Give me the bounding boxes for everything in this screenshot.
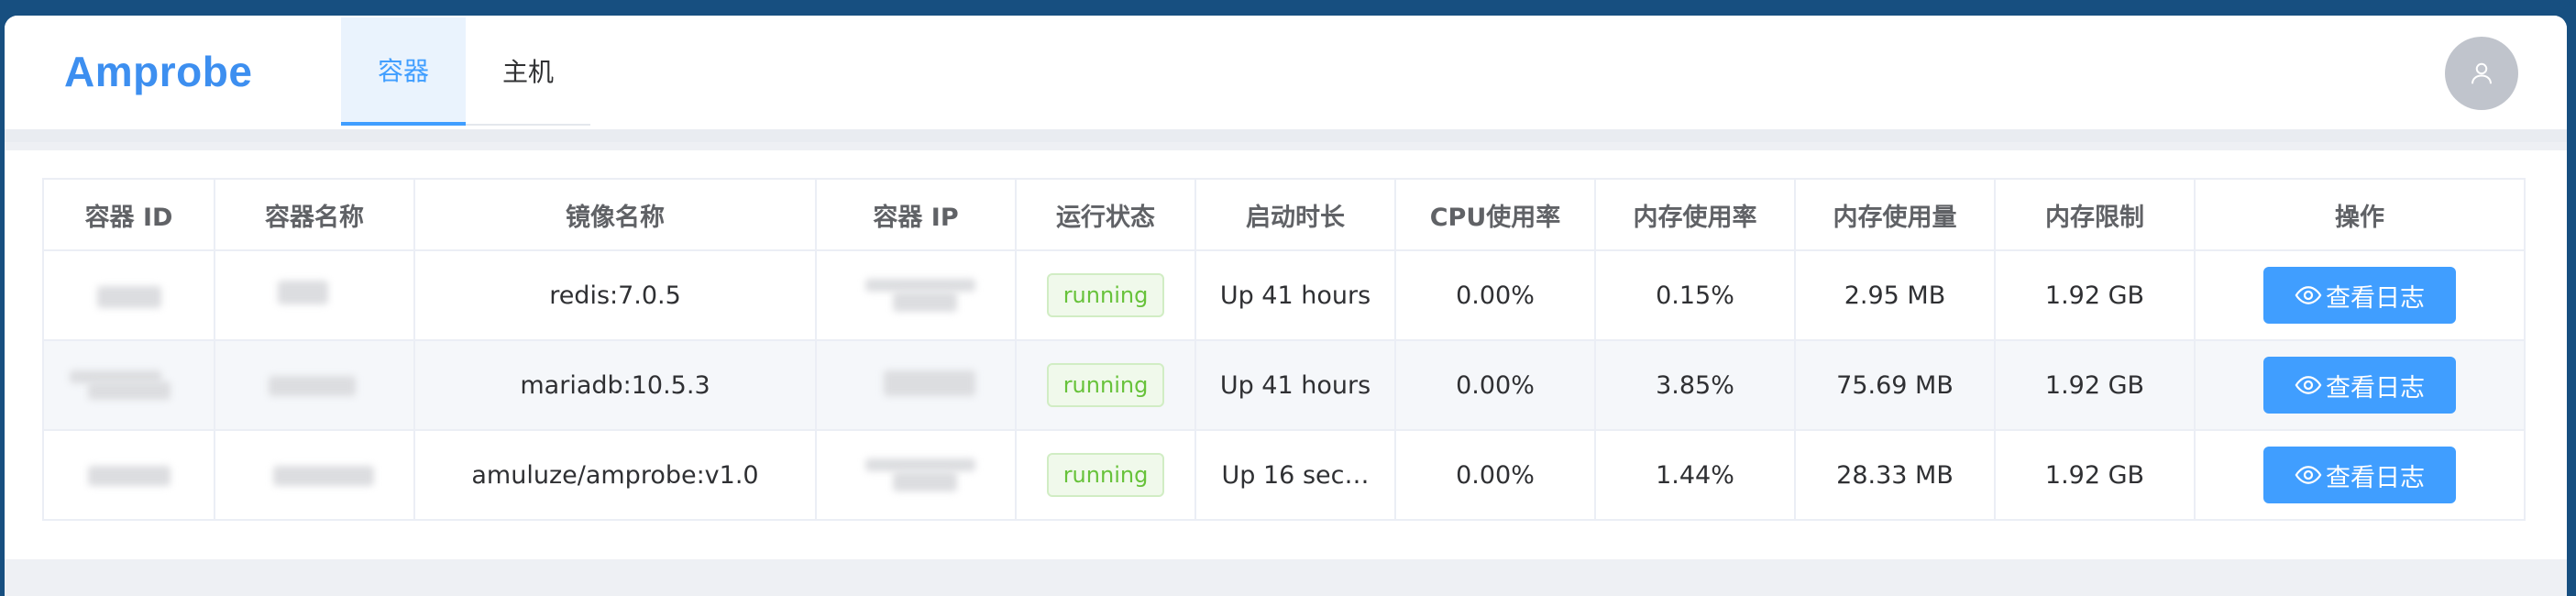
cell-action: 查看日志 [2194, 339, 2526, 431]
cell-mem-limit: 1.92 GB [1994, 249, 2196, 341]
col-header-status: 运行状态 [1015, 178, 1196, 251]
cell-cpu: 0.00% [1394, 249, 1596, 341]
col-header-cpu: CPU使用率 [1394, 178, 1596, 251]
col-header-image: 镜像名称 [413, 178, 817, 251]
redacted-container-id [42, 339, 215, 431]
col-header-mem-used: 内存使用量 [1794, 178, 1996, 251]
app-logo[interactable]: Amprobe [64, 47, 252, 96]
view-logs-button[interactable]: 查看日志 [2263, 447, 2456, 503]
container-panel: 容器 ID 容器名称 镜像名称 容器 IP 运行状态 启动时长 CPU使用率 内… [5, 150, 2567, 559]
tab-containers[interactable]: 容器 [341, 17, 466, 126]
cell-cpu: 0.00% [1394, 429, 1596, 521]
view-logs-label: 查看日志 [2326, 373, 2425, 403]
view-logs-button[interactable]: 查看日志 [2263, 267, 2456, 324]
redacted-container-ip [815, 249, 1017, 341]
status-badge: running [1046, 363, 1165, 407]
cell-status: running [1015, 429, 1196, 521]
status-badge: running [1046, 273, 1165, 317]
col-header-mem-pct: 内存使用率 [1594, 178, 1796, 251]
table-row: amuluze/amprobe:v1.0 running Up 16 sec… … [42, 429, 2526, 521]
cell-action: 查看日志 [2194, 249, 2526, 341]
redacted-container-name [214, 339, 415, 431]
redacted-container-name [214, 249, 415, 341]
container-table: 容器 ID 容器名称 镜像名称 容器 IP 运行状态 启动时长 CPU使用率 内… [42, 178, 2526, 521]
cell-mem-limit: 1.92 GB [1994, 429, 2196, 521]
eye-icon [2295, 376, 2322, 394]
cell-status: running [1015, 249, 1196, 341]
cell-cpu: 0.00% [1394, 339, 1596, 431]
view-logs-label: 查看日志 [2326, 463, 2425, 492]
redacted-container-name [214, 429, 415, 521]
cell-mem-used: 28.33 MB [1794, 429, 1996, 521]
eye-icon [2295, 286, 2322, 304]
cell-mem-pct: 1.44% [1594, 429, 1796, 521]
redacted-container-ip [815, 339, 1017, 431]
eye-icon [2295, 466, 2322, 484]
redacted-container-id [42, 429, 215, 521]
redacted-container-id [42, 249, 215, 341]
cell-image: mariadb:10.5.3 [413, 339, 817, 431]
avatar[interactable] [2445, 37, 2518, 110]
app-window: Amprobe 容器 主机 容器 ID 容器名称 镜像名称 容器 IP 运行状态… [5, 16, 2567, 596]
cell-mem-pct: 0.15% [1594, 249, 1796, 341]
nav-tabs: 容器 主机 [341, 17, 590, 129]
status-badge: running [1046, 453, 1165, 497]
cell-mem-limit: 1.92 GB [1994, 339, 2196, 431]
top-header: Amprobe 容器 主机 [5, 16, 2567, 142]
cell-action: 查看日志 [2194, 429, 2526, 521]
footer-area [5, 559, 2567, 596]
cell-uptime: Up 16 sec… [1194, 429, 1396, 521]
user-icon [2471, 62, 2492, 84]
redacted-container-ip [815, 429, 1017, 521]
table-header-row: 容器 ID 容器名称 镜像名称 容器 IP 运行状态 启动时长 CPU使用率 内… [42, 178, 2526, 251]
col-header-name: 容器名称 [214, 178, 415, 251]
cell-status: running [1015, 339, 1196, 431]
tab-hosts[interactable]: 主机 [466, 17, 590, 126]
table-row: mariadb:10.5.3 running Up 41 hours 0.00%… [42, 339, 2526, 431]
cell-image: redis:7.0.5 [413, 249, 817, 341]
cell-mem-used: 75.69 MB [1794, 339, 1996, 431]
view-logs-label: 查看日志 [2326, 283, 2425, 313]
col-header-id: 容器 ID [42, 178, 215, 251]
col-header-action: 操作 [2194, 178, 2526, 251]
cell-mem-used: 2.95 MB [1794, 249, 1996, 341]
cell-mem-pct: 3.85% [1594, 339, 1796, 431]
view-logs-button[interactable]: 查看日志 [2263, 357, 2456, 414]
col-header-ip: 容器 IP [815, 178, 1017, 251]
col-header-mem-limit: 内存限制 [1994, 178, 2196, 251]
table-row: redis:7.0.5 running Up 41 hours 0.00% 0.… [42, 249, 2526, 341]
cell-image: amuluze/amprobe:v1.0 [413, 429, 817, 521]
cell-uptime: Up 41 hours [1194, 249, 1396, 341]
cell-uptime: Up 41 hours [1194, 339, 1396, 431]
col-header-uptime: 启动时长 [1194, 178, 1396, 251]
